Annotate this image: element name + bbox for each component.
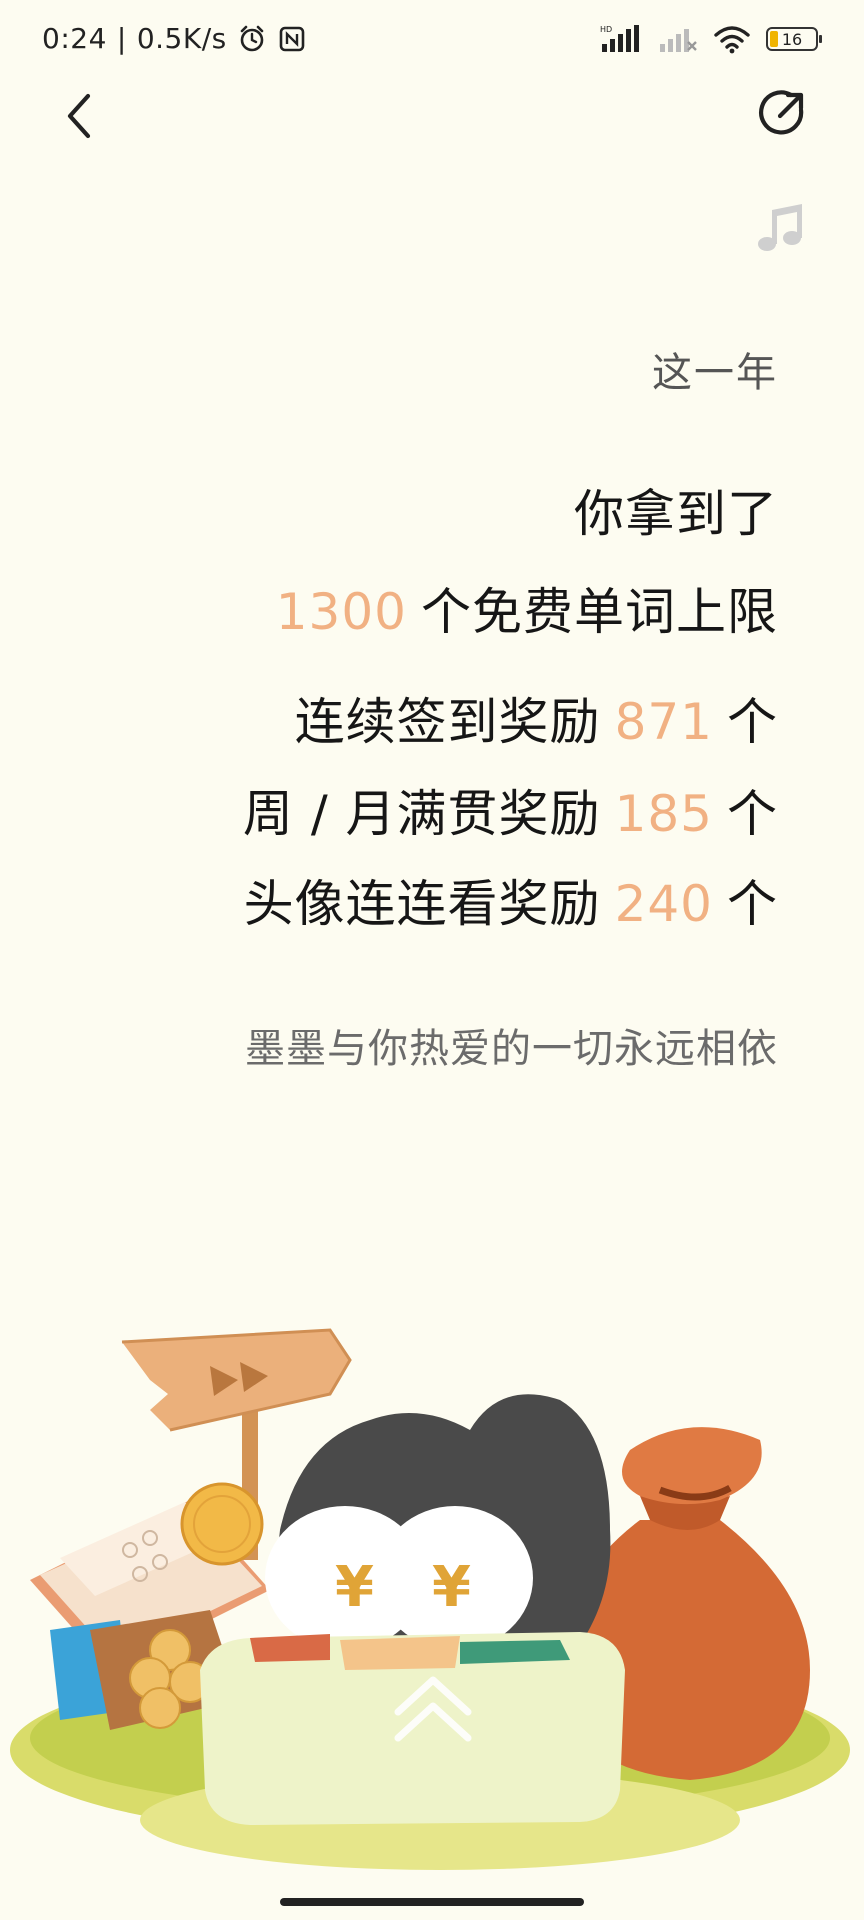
nfc-icon [279,26,305,51]
share-icon [759,90,804,135]
battery-level: 16 [781,29,803,49]
status-speed: 0.5K/s [136,22,227,55]
avatar-game-reward-line: 头像连连看奖励 240 个 [244,864,778,936]
music-button[interactable] [754,200,808,254]
alarm-icon [240,25,264,51]
music-note-icon [758,204,802,251]
home-indicator[interactable] [280,1898,584,1906]
checkin-reward-line: 连续签到奖励 871 个 [295,682,778,754]
chevron-left-icon [67,93,91,139]
free-word-limit-value: 1300 [275,583,407,641]
signal-no-service-icon [660,29,697,52]
share-button[interactable] [758,88,808,138]
avatar-game-reward-label: 头像连连看奖励 [243,875,601,933]
mascot-illustration: ¥ ¥ [10,1328,850,1870]
headline: 你拿到了 [574,485,778,543]
status-right: HD 16 [600,24,822,54]
year-subtitle: 这一年 [652,350,778,396]
streak-reward-label: 周 / 月满贯奖励 [242,785,601,843]
wifi-icon [714,26,750,54]
checkin-reward-label: 连续签到奖励 [294,693,601,751]
status-bar: 0:24 | 0.5K/s HD 16 [0,0,864,80]
status-left: 0:24 | 0.5K/s [42,22,307,55]
checkin-reward-value: 871 [614,693,713,751]
checkin-reward-unit: 个 [727,693,778,751]
svg-text:¥: ¥ [432,1555,471,1620]
svg-text:HD: HD [600,25,612,34]
streak-reward-line: 周 / 月满贯奖励 185 个 [243,774,778,846]
back-button[interactable] [58,88,102,144]
mascot-owl: ¥ ¥ [265,1394,611,1670]
svg-text:¥: ¥ [335,1555,374,1620]
avatar-game-reward-unit: 个 [727,875,778,933]
streak-reward-value: 185 [614,785,713,843]
signal-hd-icon: HD [600,25,639,52]
avatar-game-reward-value: 240 [614,875,713,933]
battery-indicator: 16 [766,27,822,51]
status-time: 0:24 [42,22,107,55]
free-word-limit-line: 1300 个免费单词上限 [276,572,778,644]
free-word-limit-label: 个免费单词上限 [421,583,778,641]
status-separator: | [116,22,127,55]
footer-slogan: 墨墨与你热爱的一切永远相依 [245,1026,778,1072]
streak-reward-unit: 个 [727,785,778,843]
